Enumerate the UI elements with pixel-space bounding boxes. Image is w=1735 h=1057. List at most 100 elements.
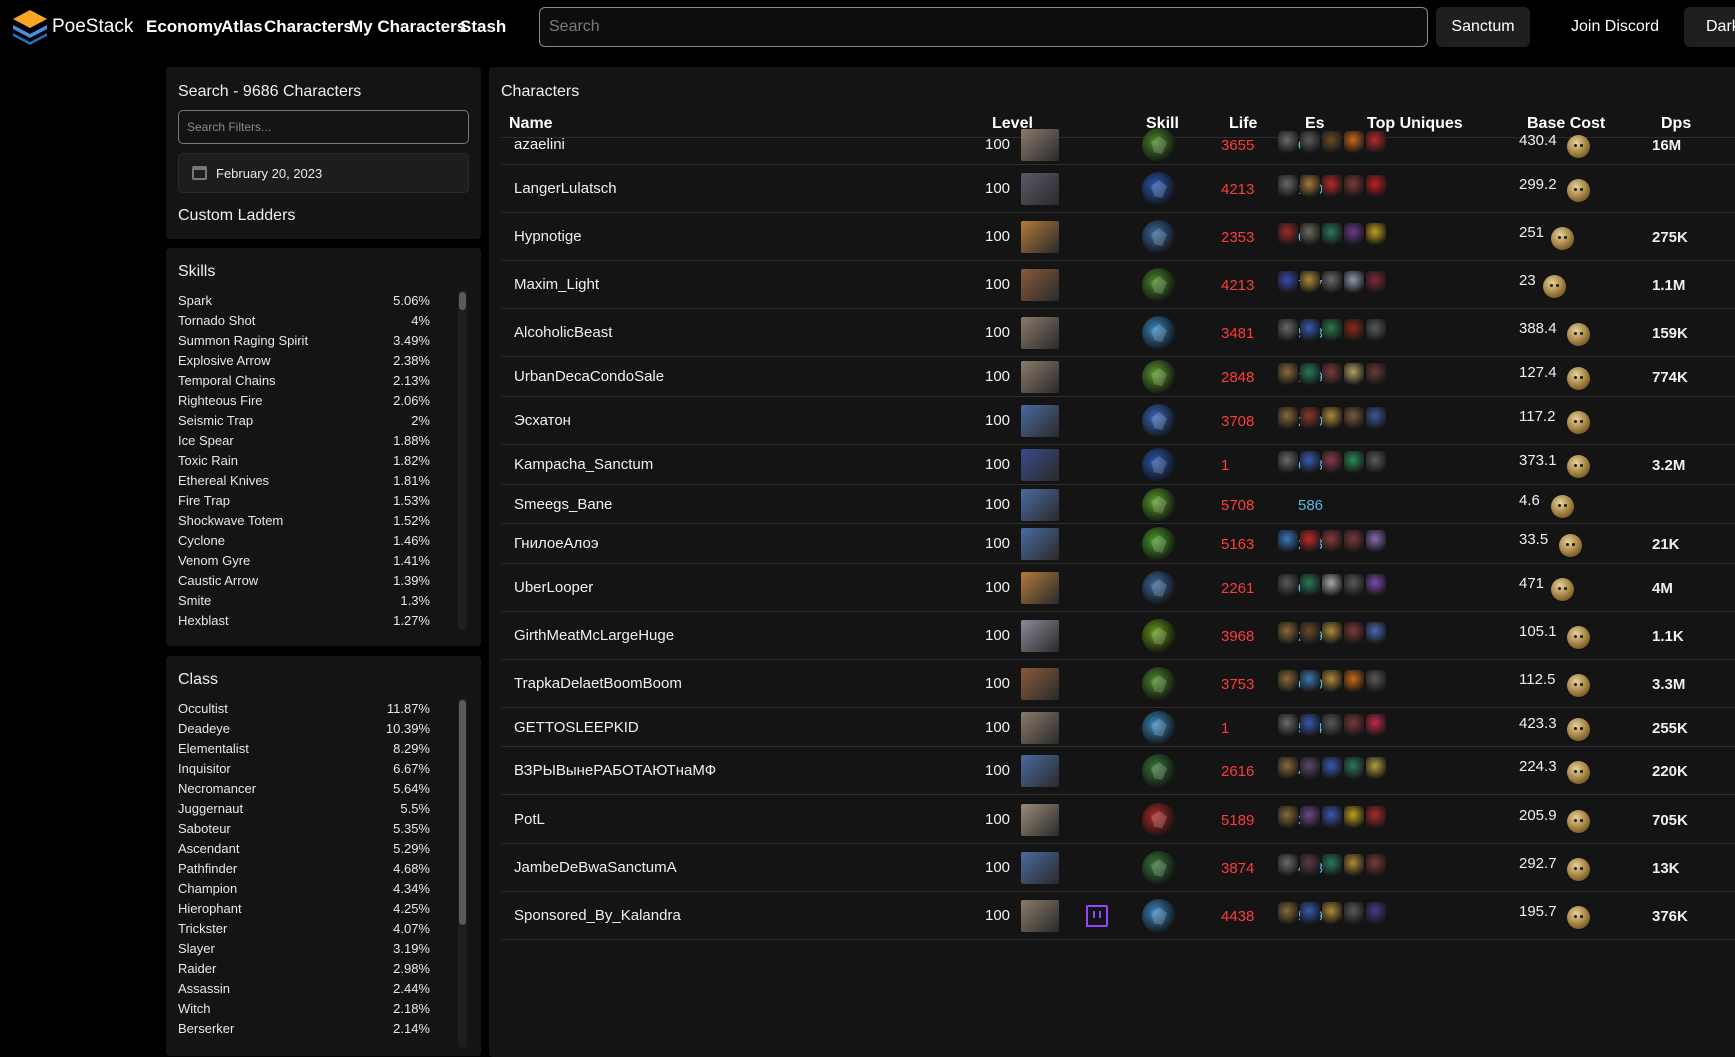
unique-item-icon[interactable] xyxy=(1300,271,1320,293)
date-picker[interactable]: February 20, 2023 xyxy=(178,153,469,193)
unique-item-icon[interactable] xyxy=(1344,451,1364,473)
unique-item-icon[interactable] xyxy=(1322,131,1342,153)
character-name[interactable]: PotL xyxy=(514,811,545,828)
unique-item-icon[interactable] xyxy=(1344,574,1364,596)
skill-list-item[interactable]: Temporal Chains 2.13% xyxy=(178,370,430,390)
unique-item-icon[interactable] xyxy=(1322,319,1342,341)
unique-item-icon[interactable] xyxy=(1300,670,1320,692)
character-row[interactable]: AlcoholicBeast1003481523388.4159K xyxy=(501,309,1735,357)
character-name[interactable]: Эсхатон xyxy=(514,412,571,429)
class-list-item[interactable]: Occultist 11.87% xyxy=(178,698,430,718)
class-list-item[interactable]: Raider 2.98% xyxy=(178,958,430,978)
character-row[interactable]: TrapkaDelaetBoomBoom1003753680112.53.3M xyxy=(501,660,1735,708)
unique-item-icon[interactable] xyxy=(1278,622,1298,644)
unique-item-icon[interactable] xyxy=(1366,854,1386,876)
skill-list-item[interactable]: Tornado Shot 4% xyxy=(178,310,430,330)
character-name[interactable]: AlcoholicBeast xyxy=(514,324,612,341)
skills-scroll-thumb[interactable] xyxy=(459,292,466,310)
character-name[interactable]: Smeegs_Bane xyxy=(514,496,612,513)
unique-item-icon[interactable] xyxy=(1300,319,1320,341)
unique-item-icon[interactable] xyxy=(1344,407,1364,429)
character-row[interactable]: JambeDeBwaSanctumA1003874478292.713K xyxy=(501,844,1735,892)
character-name[interactable]: azaelini xyxy=(514,136,565,153)
unique-item-icon[interactable] xyxy=(1344,757,1364,779)
unique-item-icon[interactable] xyxy=(1278,530,1298,552)
class-list-item[interactable]: Berserker 2.14% xyxy=(178,1018,430,1038)
unique-item-icon[interactable] xyxy=(1278,451,1298,473)
unique-item-icon[interactable] xyxy=(1300,407,1320,429)
class-list-item[interactable]: Ascendant 5.29% xyxy=(178,838,430,858)
unique-item-icon[interactable] xyxy=(1278,363,1298,385)
unique-item-icon[interactable] xyxy=(1344,271,1364,293)
unique-item-icon[interactable] xyxy=(1366,363,1386,385)
unique-item-icon[interactable] xyxy=(1344,854,1364,876)
character-name[interactable]: UrbanDecaCondoSale xyxy=(514,368,664,385)
character-row[interactable]: Sponsored_By_Kalandra1004438559195.7376K xyxy=(501,892,1735,940)
nav-characters[interactable]: Characters xyxy=(264,17,353,37)
character-name[interactable]: GirthMeatMcLargeHuge xyxy=(514,627,674,644)
character-row[interactable]: Smeegs_Bane 100 5708 586 4.6 xyxy=(501,485,1735,524)
class-list-item[interactable]: Assassin 2.44% xyxy=(178,978,430,998)
character-name[interactable]: ВЗРЫВынеРАБОТАЮТнаМФ xyxy=(514,762,716,779)
unique-item-icon[interactable] xyxy=(1322,902,1342,924)
character-row[interactable]: ВЗРЫВынеРАБОТАЮТнаМФ100261644224.3220K xyxy=(501,747,1735,795)
unique-item-icon[interactable] xyxy=(1344,175,1364,197)
unique-item-icon[interactable] xyxy=(1366,271,1386,293)
skill-list-item[interactable]: Seismic Trap 2% xyxy=(178,410,430,430)
skills-scrollbar[interactable] xyxy=(458,290,467,630)
character-row[interactable]: LangerLulatsch10042131709299.2 xyxy=(501,165,1735,213)
nav-economy[interactable]: Economy xyxy=(146,17,223,37)
unique-item-icon[interactable] xyxy=(1278,670,1298,692)
class-list-item[interactable]: Inquisitor 6.67% xyxy=(178,758,430,778)
skill-list-item[interactable]: Caustic Arrow 1.39% xyxy=(178,570,430,590)
character-row[interactable]: Hypnotige10023530251275K xyxy=(501,213,1735,261)
poestack-logo-icon[interactable] xyxy=(11,8,49,46)
unique-item-icon[interactable] xyxy=(1366,902,1386,924)
unique-item-icon[interactable] xyxy=(1344,363,1364,385)
character-name[interactable]: Sponsored_By_Kalandra xyxy=(514,907,681,924)
class-list-item[interactable]: Deadeye 10.39% xyxy=(178,718,430,738)
class-list-item[interactable]: Slayer 3.19% xyxy=(178,938,430,958)
class-list-item[interactable]: Trickster 4.07% xyxy=(178,918,430,938)
character-row[interactable]: Maxim_Light1004213717231.1M xyxy=(501,261,1735,309)
class-list-item[interactable]: Pathfinder 4.68% xyxy=(178,858,430,878)
character-name[interactable]: LangerLulatsch xyxy=(514,180,617,197)
nav-my-characters[interactable]: My Characters xyxy=(349,17,466,37)
unique-item-icon[interactable] xyxy=(1278,319,1298,341)
skill-list-item[interactable]: Smite 1.3% xyxy=(178,590,430,610)
unique-item-icon[interactable] xyxy=(1344,670,1364,692)
nav-stash[interactable]: Stash xyxy=(460,17,506,37)
character-name[interactable]: Kampacha_Sanctum xyxy=(514,456,653,473)
skill-list-item[interactable]: Spark 5.06% xyxy=(178,290,430,310)
character-row[interactable]: UberLooper100226104714M xyxy=(501,564,1735,612)
unique-item-icon[interactable] xyxy=(1300,574,1320,596)
unique-item-icon[interactable] xyxy=(1322,713,1342,736)
unique-item-icon[interactable] xyxy=(1366,131,1386,153)
unique-item-icon[interactable] xyxy=(1366,670,1386,692)
character-row[interactable]: azaelini10036550430.416M xyxy=(501,125,1735,165)
unique-item-icon[interactable] xyxy=(1322,363,1342,385)
unique-item-icon[interactable] xyxy=(1322,670,1342,692)
character-name[interactable]: TrapkaDelaetBoomBoom xyxy=(514,675,682,692)
skill-list-item[interactable]: Ethereal Knives 1.81% xyxy=(178,470,430,490)
skill-list-item[interactable]: Summon Raging Spirit 3.49% xyxy=(178,330,430,350)
unique-item-icon[interactable] xyxy=(1366,530,1386,552)
unique-item-icon[interactable] xyxy=(1322,407,1342,429)
character-name[interactable]: UberLooper xyxy=(514,579,593,596)
unique-item-icon[interactable] xyxy=(1300,902,1320,924)
unique-item-icon[interactable] xyxy=(1300,131,1320,153)
unique-item-icon[interactable] xyxy=(1322,574,1342,596)
skill-list-item[interactable]: Cyclone 1.46% xyxy=(178,530,430,550)
unique-item-icon[interactable] xyxy=(1366,713,1386,736)
unique-item-icon[interactable] xyxy=(1322,530,1342,552)
unique-item-icon[interactable] xyxy=(1300,713,1320,736)
class-list-item[interactable]: Witch 2.18% xyxy=(178,998,430,1018)
class-scroll-thumb[interactable] xyxy=(459,700,466,925)
unique-item-icon[interactable] xyxy=(1366,175,1386,197)
unique-item-icon[interactable] xyxy=(1278,223,1298,245)
unique-item-icon[interactable] xyxy=(1322,757,1342,779)
unique-item-icon[interactable] xyxy=(1278,854,1298,876)
character-name[interactable]: Hypnotige xyxy=(514,228,582,245)
class-list-item[interactable]: Necromancer 5.64% xyxy=(178,778,430,798)
class-scrollbar[interactable] xyxy=(458,698,467,1048)
